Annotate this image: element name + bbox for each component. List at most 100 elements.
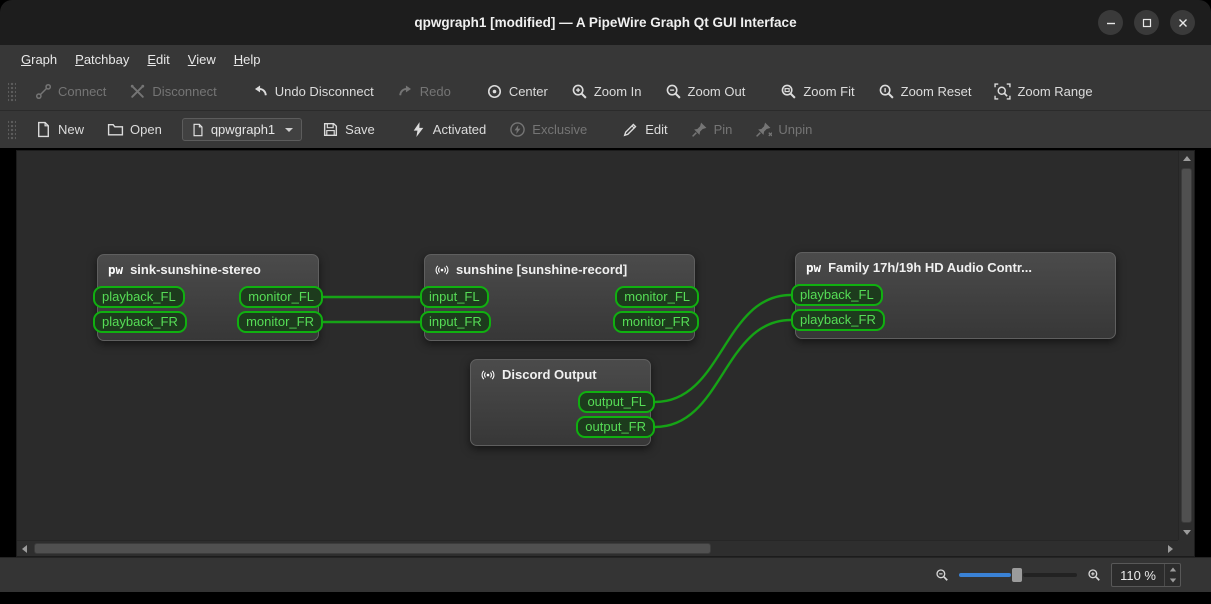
menu-view[interactable]: View (179, 47, 225, 72)
zoom-slider-fill (959, 573, 1012, 577)
port-playback-fl[interactable]: playback_FL (791, 284, 883, 306)
file-icon (191, 123, 205, 137)
scroll-up-button[interactable] (1179, 151, 1194, 166)
zoom-reset-button[interactable]: Zoom Reset (869, 78, 981, 105)
new-file-icon (35, 121, 52, 138)
menu-patchbay[interactable]: Patchbay (66, 47, 138, 72)
qpwgraph-window: qpwgraph1 [modified] — A PipeWire Graph … (0, 0, 1211, 604)
node-header: pw Family 17h/19h HD Audio Contr... (796, 253, 1115, 281)
zoom-range-icon (994, 83, 1011, 100)
disconnect-button[interactable]: Disconnect (120, 78, 225, 105)
speaker-icon (435, 263, 449, 277)
open-button[interactable]: Open (98, 116, 171, 143)
vertical-scrollbar-track[interactable] (1181, 167, 1192, 524)
chevron-down-icon (285, 127, 294, 132)
port-output-fl[interactable]: output_FL (578, 391, 655, 413)
menu-help[interactable]: Help (225, 47, 270, 72)
horizontal-scrollbar-track[interactable] (33, 543, 1162, 554)
open-folder-icon (107, 121, 124, 138)
pencil-icon (622, 121, 639, 138)
vertical-scrollbar[interactable] (1178, 151, 1194, 540)
toolbar-grip[interactable] (8, 119, 16, 140)
redo-icon (397, 83, 414, 100)
pin-button[interactable]: Pin (682, 116, 742, 143)
port-row: output_FR (471, 416, 655, 438)
minimize-button[interactable] (1098, 10, 1123, 35)
port-input-fr[interactable]: input_FR (420, 311, 491, 333)
toolbar-file: New Open qpwgraph1 Save Activated Exclus… (0, 110, 1211, 148)
zoom-in-button[interactable]: Zoom In (562, 78, 651, 105)
node-sink-sunshine-stereo[interactable]: pw sink-sunshine-stereo playback_FL moni… (93, 254, 323, 341)
horizontal-scrollbar-handle[interactable] (34, 543, 712, 554)
zoom-in-icon[interactable] (1087, 568, 1101, 582)
port-row: playback_FR monitor_FR (93, 311, 323, 333)
arrow-down-icon (1182, 530, 1191, 535)
zoom-in-icon (571, 83, 588, 100)
new-button[interactable]: New (26, 116, 93, 143)
close-button[interactable] (1170, 10, 1195, 35)
activated-button[interactable]: Activated (401, 116, 495, 143)
port-output-fr[interactable]: output_FR (576, 416, 655, 438)
node-title: sink-sunshine-stereo (130, 262, 261, 277)
zoom-spinbox[interactable]: 110 % (1111, 563, 1181, 587)
save-icon (322, 121, 339, 138)
center-button[interactable]: Center (477, 78, 557, 105)
port-input-fl[interactable]: input_FL (420, 286, 489, 308)
arrow-up-icon (1169, 567, 1176, 572)
save-button[interactable]: Save (313, 116, 384, 143)
window-title: qpwgraph1 [modified] — A PipeWire Graph … (414, 15, 797, 30)
titlebar[interactable]: qpwgraph1 [modified] — A PipeWire Graph … (0, 0, 1211, 45)
port-monitor-fl[interactable]: monitor_FL (239, 286, 323, 308)
session-selector[interactable]: qpwgraph1 (181, 118, 303, 141)
edit-button[interactable]: Edit (613, 116, 676, 143)
port-row: input_FR monitor_FR (420, 311, 699, 333)
statusbar: 110 % (0, 557, 1211, 592)
zoom-range-button[interactable]: Zoom Range (985, 78, 1101, 105)
port-monitor-fl[interactable]: monitor_FL (615, 286, 699, 308)
zoom-out-button[interactable]: Zoom Out (656, 78, 755, 105)
zoom-value: 110 % (1120, 567, 1156, 583)
vertical-scrollbar-handle[interactable] (1181, 168, 1192, 523)
canvas[interactable]: pw sink-sunshine-stereo playback_FL moni… (17, 151, 1178, 540)
zoom-slider-handle[interactable] (1012, 568, 1023, 582)
minimize-icon (1106, 22, 1115, 24)
graph-view: pw sink-sunshine-stereo playback_FL moni… (16, 150, 1195, 557)
node-sunshine-record[interactable]: sunshine [sunshine-record] input_FL moni… (420, 254, 699, 341)
scroll-left-button[interactable] (17, 541, 32, 556)
port-playback-fr[interactable]: playback_FR (791, 309, 885, 331)
node-title: sunshine [sunshine-record] (456, 262, 628, 277)
undo-disconnect-button[interactable]: Undo Disconnect (243, 78, 383, 105)
undo-icon (252, 83, 269, 100)
scroll-right-button[interactable] (1163, 541, 1178, 556)
zoom-step-up-button[interactable] (1165, 564, 1180, 575)
zoom-out-icon[interactable] (935, 568, 949, 582)
menu-graph[interactable]: Graph (12, 47, 66, 72)
node-header: Discord Output (471, 360, 650, 388)
port-monitor-fr[interactable]: monitor_FR (613, 311, 699, 333)
node-family-hd-audio[interactable]: pw Family 17h/19h HD Audio Contr... play… (791, 252, 1116, 339)
zoom-reset-icon (878, 83, 895, 100)
exclusive-button[interactable]: Exclusive (500, 116, 596, 143)
zoom-step-down-button[interactable] (1165, 575, 1180, 586)
zoom-fit-button[interactable]: Zoom Fit (771, 78, 863, 105)
maximize-button[interactable] (1134, 10, 1159, 35)
zoom-fit-icon (780, 83, 797, 100)
lightning-bolt-icon (410, 121, 427, 138)
port-row: input_FL monitor_FL (420, 286, 699, 308)
scroll-down-button[interactable] (1179, 525, 1194, 540)
connect-icon (35, 83, 52, 100)
port-playback-fl[interactable]: playback_FL (93, 286, 185, 308)
port-monitor-fr[interactable]: monitor_FR (237, 311, 323, 333)
zoom-slider[interactable] (959, 568, 1078, 582)
redo-button[interactable]: Redo (388, 78, 460, 105)
zoom-out-icon (665, 83, 682, 100)
horizontal-scrollbar[interactable] (17, 540, 1178, 556)
port-playback-fr[interactable]: playback_FR (93, 311, 187, 333)
connect-button[interactable]: Connect (26, 78, 115, 105)
port-row: output_FL (471, 391, 655, 413)
unpin-button[interactable]: Unpin (746, 116, 821, 143)
node-discord-output[interactable]: Discord Output output_FL output_FR (470, 359, 655, 446)
menu-edit[interactable]: Edit (138, 47, 178, 72)
unpin-icon (755, 121, 772, 138)
toolbar-grip[interactable] (8, 81, 16, 102)
